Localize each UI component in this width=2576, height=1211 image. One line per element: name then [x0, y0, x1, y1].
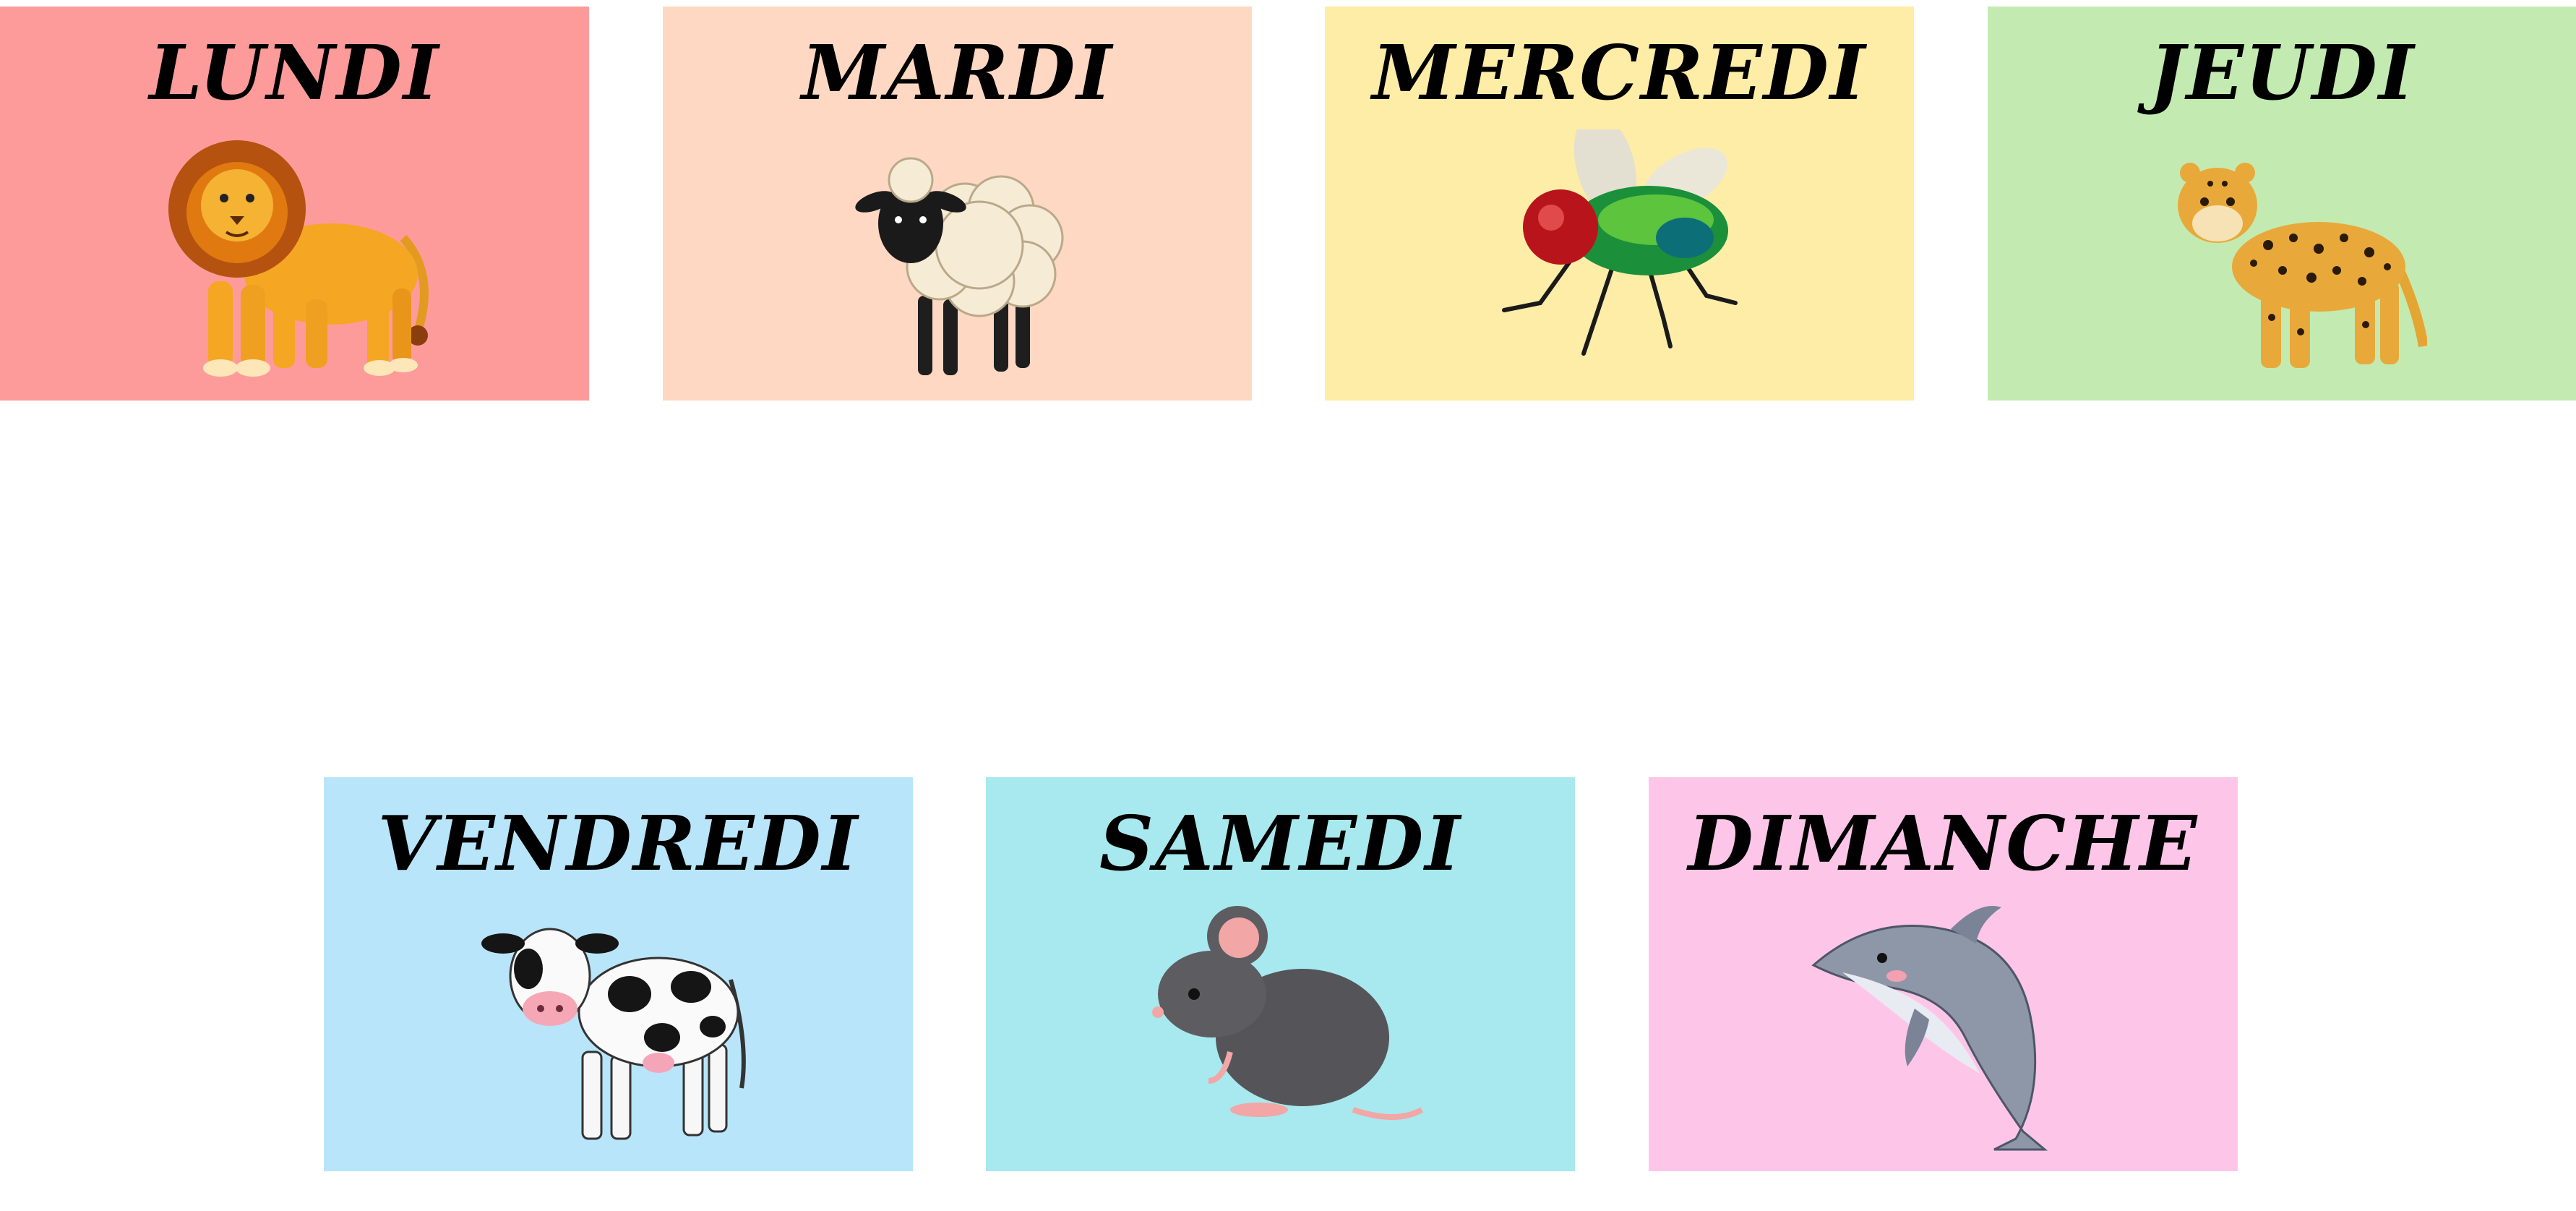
card-mercredi: MERCREDI — [1325, 7, 1914, 401]
mouse-icon — [1136, 900, 1425, 1160]
card-mardi: MARDI — [663, 7, 1252, 401]
card-jeudi: JEUDI — [1988, 7, 2576, 401]
card-vendredi: VENDREDI — [324, 777, 913, 1171]
card-lundi: LUNDI — [0, 7, 589, 401]
card-title: SAMEDI — [1099, 799, 1462, 888]
leopard-icon — [2138, 129, 2427, 390]
card-samedi: SAMEDI — [986, 777, 1575, 1171]
card-title: DIMANCHE — [1688, 799, 2199, 888]
fly-icon — [1475, 129, 1764, 390]
card-title: MERCREDI — [1372, 28, 1867, 117]
lion-icon — [150, 129, 439, 390]
card-title: VENDREDI — [377, 799, 859, 888]
dolphin-icon — [1799, 900, 2088, 1160]
card-title: LUNDI — [149, 28, 440, 117]
cow-icon — [474, 900, 763, 1160]
card-title: MARDI — [801, 28, 1114, 117]
sheep-icon — [813, 129, 1102, 390]
card-dimanche: DIMANCHE — [1649, 777, 2238, 1171]
card-title: JEUDI — [2149, 28, 2416, 117]
